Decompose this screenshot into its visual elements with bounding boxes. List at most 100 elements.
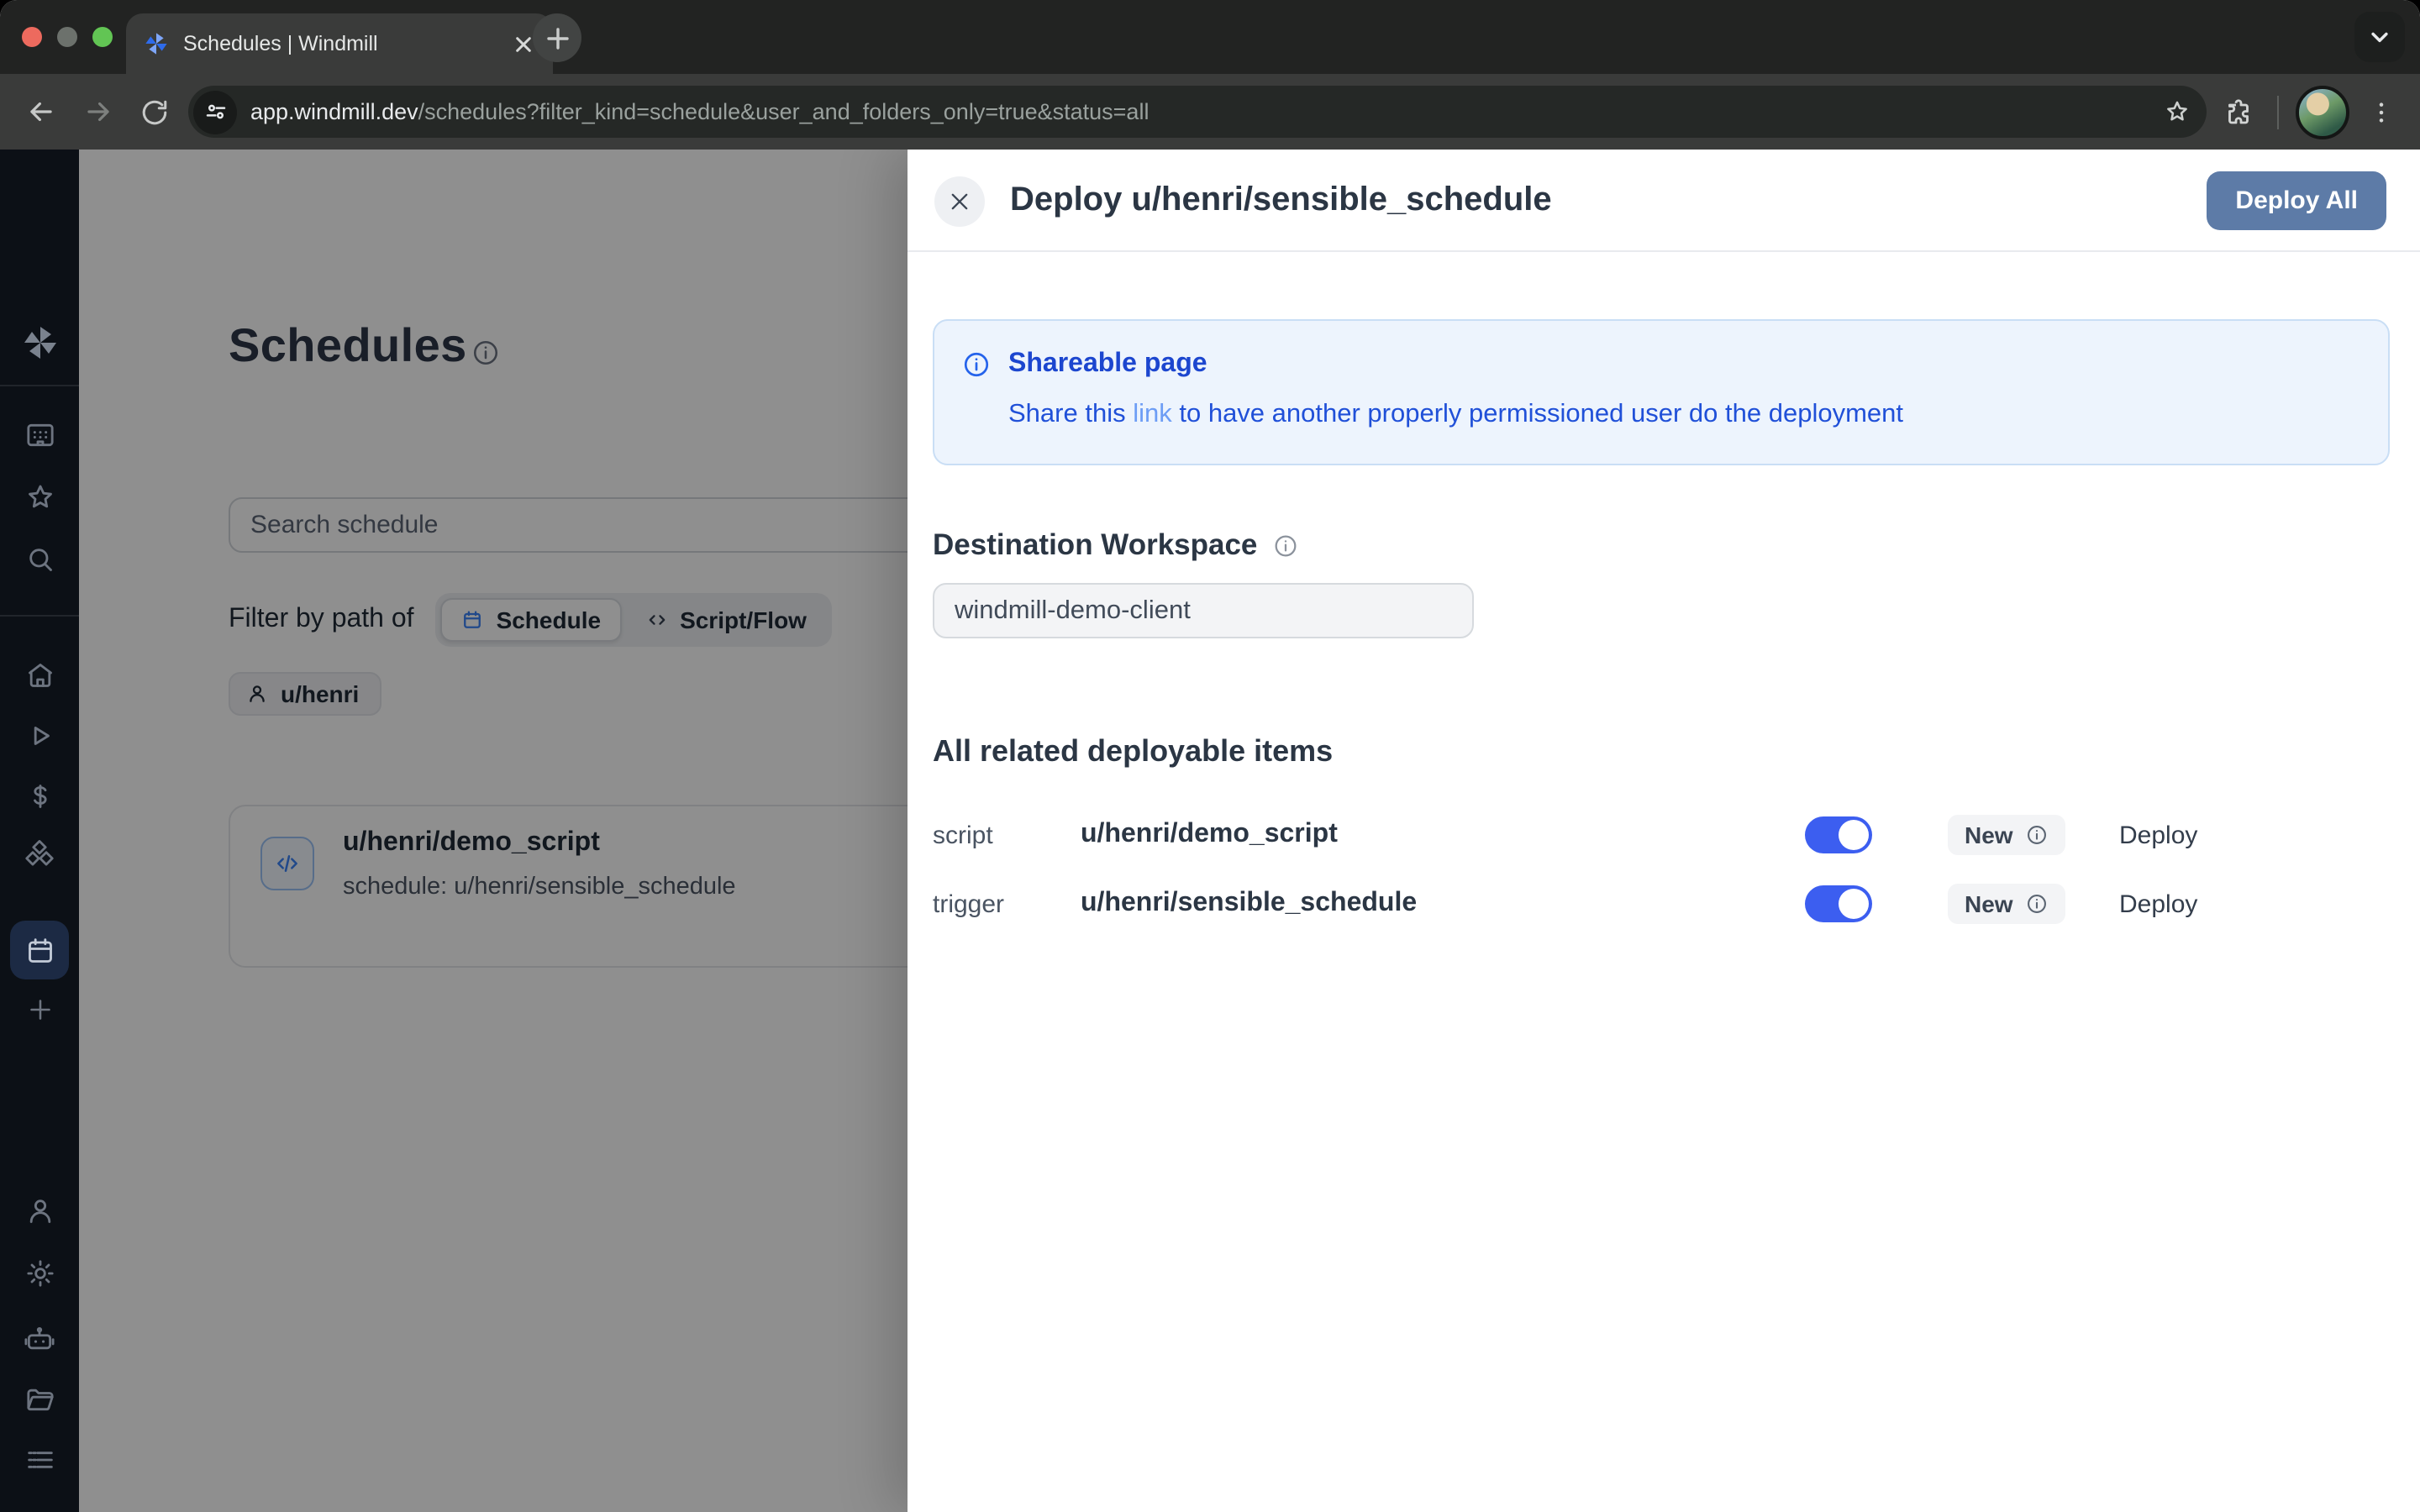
reload-button[interactable] [131, 88, 178, 135]
chevron-down-icon [2368, 25, 2391, 49]
infobox-body: Share this link to have another properly… [1008, 400, 2361, 430]
cubes-icon [22, 837, 57, 872]
shareable-page-infobox: Shareable page Share this link to have a… [933, 319, 2390, 465]
sidebar-item-create[interactable] [0, 995, 79, 1025]
deployable-items-list: script u/henri/demo_script New Deploy tr… [933, 815, 2390, 924]
sidebar-divider [0, 385, 79, 386]
drawer-close-button[interactable] [934, 176, 985, 226]
item-new-badge: New [1948, 815, 2065, 855]
browser-window: Schedules | Windmill app.windmill.dev/sc… [0, 0, 2420, 1512]
star-icon [23, 480, 56, 514]
item-deploy-button[interactable]: Deploy [2119, 821, 2197, 849]
app-sidebar [0, 150, 79, 1512]
plus-icon [24, 995, 55, 1025]
info-circle-icon [961, 349, 992, 380]
reload-icon [139, 97, 170, 127]
badge-info-icon[interactable] [2025, 892, 2049, 916]
search-icon [23, 543, 56, 576]
home-icon [23, 659, 56, 692]
browser-tab-schedules[interactable]: Schedules | Windmill [126, 13, 553, 74]
drawer-title: Deploy u/henri/sensible_schedule [1010, 181, 1552, 220]
profile-avatar[interactable] [2296, 85, 2349, 139]
sidebar-item-home[interactable] [0, 659, 79, 692]
destination-workspace-input[interactable] [933, 583, 1474, 638]
item-deploy-button[interactable]: Deploy [2119, 890, 2197, 918]
item-enable-toggle[interactable] [1805, 885, 1872, 922]
item-kind: script [933, 821, 1081, 849]
address-bar[interactable]: app.windmill.dev/schedules?filter_kind=s… [188, 86, 2207, 138]
sidebar-item-logs[interactable] [0, 1443, 79, 1477]
sidebar-item-schedules-selected[interactable] [10, 921, 69, 979]
tab-title: Schedules | Windmill [183, 32, 496, 55]
back-arrow-icon [24, 96, 56, 128]
destination-info-icon[interactable] [1272, 532, 1299, 559]
three-dots-icon [2368, 98, 2395, 125]
url-path: /schedules?filter_kind=schedule&user_and… [418, 99, 1150, 124]
drawer-header: Deploy u/henri/sensible_schedule Deploy … [908, 150, 2420, 250]
item-enable-toggle[interactable] [1805, 816, 1872, 853]
back-button[interactable] [17, 88, 64, 135]
badge-info-icon[interactable] [2025, 823, 2049, 847]
url-text: app.windmill.dev/schedules?filter_kind=s… [250, 99, 2143, 124]
sidebar-item-workers[interactable] [0, 1322, 79, 1357]
sidebar-item-runs[interactable] [0, 719, 79, 753]
sidebar-item-account[interactable] [0, 1194, 79, 1228]
item-kind: trigger [933, 890, 1081, 918]
sidebar-item-apps[interactable] [0, 418, 79, 452]
toggle-knob [1839, 820, 1869, 850]
extensions-button[interactable] [2217, 90, 2260, 134]
user-icon [23, 1194, 56, 1228]
badge-label: New [1965, 890, 2013, 917]
windmill-favicon-icon [143, 30, 170, 57]
window-minimize-button[interactable] [57, 27, 77, 47]
item-path: u/henri/sensible_schedule [1081, 889, 1805, 919]
tab-search-button[interactable] [2354, 12, 2405, 62]
windmill-logo-icon[interactable] [0, 323, 79, 363]
forward-button[interactable] [74, 88, 121, 135]
window-zoom-button[interactable] [92, 27, 113, 47]
calendar-icon [23, 933, 56, 967]
modal-dim-overlay[interactable] [79, 150, 908, 1512]
bookmark-star-icon [2162, 97, 2191, 126]
toolbar-separator [2277, 95, 2279, 129]
sidebar-item-variables[interactable] [0, 780, 79, 813]
share-link[interactable]: link [1133, 400, 1172, 428]
browser-menu-button[interactable] [2360, 90, 2403, 134]
play-icon [23, 719, 56, 753]
extensions-puzzle-icon [2223, 97, 2254, 127]
url-host: app.windmill.dev [250, 99, 418, 124]
dollar-icon [23, 780, 56, 813]
list-icon [23, 1443, 56, 1477]
deployable-item-row: trigger u/henri/sensible_schedule New De… [933, 884, 2390, 924]
deploy-all-button[interactable]: Deploy All [2207, 171, 2386, 230]
folder-icon [23, 1383, 56, 1416]
bookmark-button[interactable] [2156, 92, 2196, 132]
plus-icon [545, 26, 569, 50]
apps-icon [23, 418, 56, 452]
sidebar-item-folders[interactable] [0, 1383, 79, 1416]
infobox-title: Shareable page [1008, 349, 1207, 380]
infobox-text: Share this [1008, 400, 1133, 428]
toggle-knob [1839, 889, 1869, 919]
sidebar-item-resources[interactable] [0, 837, 79, 872]
close-icon [948, 189, 971, 213]
drawer-header-divider [908, 250, 2420, 252]
destination-workspace-label: Destination Workspace [933, 528, 1257, 563]
new-tab-button[interactable] [533, 13, 581, 62]
sidebar-item-settings[interactable] [0, 1257, 79, 1290]
browser-toolbar: app.windmill.dev/schedules?filter_kind=s… [0, 74, 2420, 150]
sidebar-divider [0, 615, 79, 617]
window-close-button[interactable] [22, 27, 42, 47]
badge-label: New [1965, 822, 2013, 848]
tune-icon [203, 99, 228, 124]
site-settings-button[interactable] [193, 90, 237, 134]
deployable-items-heading: All related deployable items [933, 734, 2390, 769]
item-path: u/henri/demo_script [1081, 820, 1805, 850]
drawer-body: Shareable page Share this link to have a… [908, 319, 2420, 924]
infobox-text: to have another properly permissioned us… [1172, 400, 1903, 428]
sidebar-item-search[interactable] [0, 543, 79, 576]
deploy-drawer: Deploy u/henri/sensible_schedule Deploy … [908, 150, 2420, 1512]
forward-arrow-icon [82, 96, 113, 128]
sidebar-item-favorites[interactable] [0, 480, 79, 514]
item-new-badge: New [1948, 884, 2065, 924]
